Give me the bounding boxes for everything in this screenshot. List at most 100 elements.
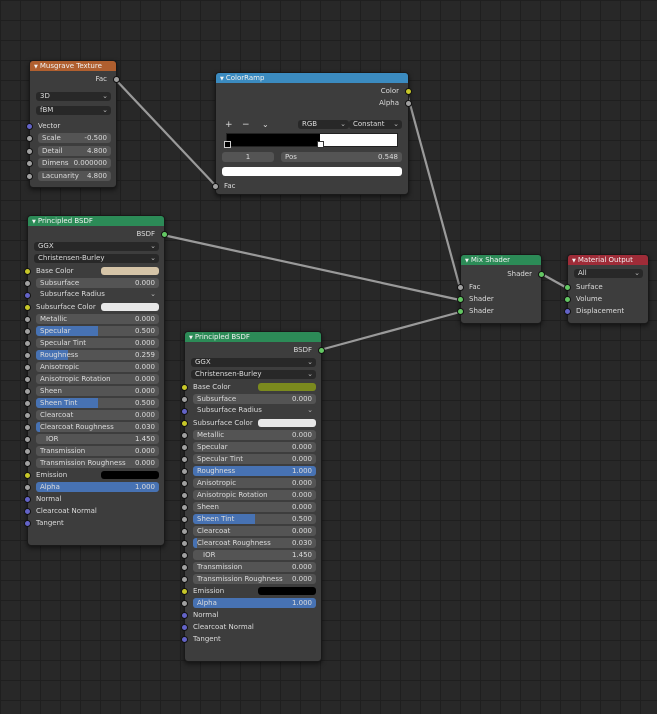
field-anisotropic[interactable]: Anisotropic 0.000 [193, 478, 316, 488]
field-sheen[interactable]: Sheen 0.000 [36, 386, 159, 396]
field-specular[interactable]: Specular 0.500 [36, 326, 159, 336]
subsurface-method-dropdown[interactable]: Christensen-Burley ⌄ [191, 370, 316, 379]
link-bsdf2-to-mix-shader[interactable] [318, 310, 462, 352]
field-sheen[interactable]: Sheen 0.000 [193, 502, 316, 512]
field-metallic[interactable]: Metallic 0.000 [193, 430, 316, 440]
input-socket-subsurface-radius[interactable] [24, 292, 31, 299]
input-socket-metallic[interactable] [181, 432, 188, 439]
output-socket-color[interactable] [405, 88, 412, 95]
node-header[interactable]: ▼ Material Output [568, 255, 648, 265]
distribution-dropdown[interactable]: GGX ⌄ [191, 358, 316, 367]
input-socket-base-color[interactable] [24, 268, 31, 275]
color-ramp-gradient[interactable] [226, 133, 398, 147]
node-header[interactable]: ▼ Principled BSDF [28, 216, 164, 226]
field-clearcoat[interactable]: Clearcoat 0.000 [36, 410, 159, 420]
input-socket-subsurface-color[interactable] [24, 304, 31, 311]
input-socket-alpha[interactable] [181, 600, 188, 607]
input-socket-fac[interactable] [457, 284, 464, 291]
input-socket-displacement[interactable] [564, 308, 571, 315]
input-socket-clearcoat-roughness[interactable] [181, 540, 188, 547]
mix-shader-node[interactable]: ▼ Mix Shader Shader Fac Shader Shader [457, 254, 545, 324]
field-roughness[interactable]: Roughness 0.259 [36, 350, 159, 360]
input-socket-vector[interactable] [26, 123, 33, 130]
input-socket-shader-1[interactable] [457, 296, 464, 303]
node-header[interactable]: ▼ ColorRamp [216, 73, 408, 83]
base-color-swatch[interactable] [258, 383, 316, 391]
link-colorramp-to-mix-fac[interactable] [405, 91, 462, 290]
output-socket-bsdf[interactable] [318, 347, 325, 354]
field-specular-tint[interactable]: Specular Tint 0.000 [36, 338, 159, 348]
input-socket-subsurface-radius[interactable] [181, 408, 188, 415]
input-socket-volume[interactable] [564, 296, 571, 303]
subsurface-color-swatch[interactable] [258, 419, 316, 427]
field-clearcoat-roughness[interactable]: Clearcoat Roughness 0.030 [193, 538, 316, 548]
collapse-arrow-icon[interactable]: ▼ [189, 335, 193, 341]
input-socket-shader-2[interactable] [457, 308, 464, 315]
input-socket-specular[interactable] [24, 328, 31, 335]
input-socket-base-color[interactable] [181, 384, 188, 391]
collapse-arrow-icon[interactable]: ▼ [465, 258, 469, 264]
input-socket-clearcoat-normal[interactable] [181, 624, 188, 631]
ramp-stop-handle-0[interactable] [224, 141, 231, 148]
input-socket-specular[interactable] [181, 444, 188, 451]
input-socket-clearcoat-normal[interactable] [24, 508, 31, 515]
input-socket-specular-tint[interactable] [24, 340, 31, 347]
field-transmission-roughness[interactable]: Transmission Roughness 0.000 [193, 574, 316, 584]
input-socket-transmission-roughness[interactable] [24, 460, 31, 467]
node-header[interactable]: ▼ Principled BSDF [185, 332, 321, 342]
input-socket-surface[interactable] [564, 284, 571, 291]
field-transmission[interactable]: Transmission 0.000 [193, 562, 316, 572]
collapse-arrow-icon[interactable]: ▼ [34, 64, 38, 70]
minus-icon[interactable]: − [242, 119, 250, 131]
input-socket-transmission[interactable] [181, 564, 188, 571]
dimensions-dropdown[interactable]: 3D ⌄ [36, 92, 111, 101]
field-clearcoat[interactable]: Clearcoat 0.000 [193, 526, 316, 536]
output-socket-bsdf[interactable] [161, 231, 168, 238]
interpolation-dropdown[interactable]: Constant ⌄ [349, 120, 402, 129]
field-roughness[interactable]: Roughness 1.000 [193, 466, 316, 476]
base-color-swatch[interactable] [101, 267, 159, 275]
plus-icon[interactable]: + [225, 119, 233, 131]
musgrave-texture-node[interactable]: ▼ Musgrave Texture Fac 3D ⌄ fBM ⌄ Vector Sc… [26, 60, 120, 188]
output-socket-fac[interactable] [113, 76, 120, 83]
musgrave-type-dropdown[interactable]: fBM ⌄ [36, 106, 111, 115]
field-sheen-tint[interactable]: Sheen Tint 0.500 [36, 398, 159, 408]
subsurface-radius-dropdown[interactable]: Subsurface Radius ⌄ [36, 290, 159, 299]
collapse-arrow-icon[interactable]: ▼ [32, 219, 36, 225]
field-specular-tint[interactable]: Specular Tint 0.000 [193, 454, 316, 464]
field-specular[interactable]: Specular 0.000 [193, 442, 316, 452]
input-socket-ior[interactable] [24, 436, 31, 443]
field-anisotropic[interactable]: Anisotropic 0.000 [36, 362, 159, 372]
stop-position-field[interactable]: Pos 0.548 [281, 152, 402, 162]
material-output-node[interactable]: ▼ Material Output All ⌄ Surface Volume Dis… [564, 254, 649, 324]
ramp-stop-handle-1[interactable] [317, 141, 324, 148]
principled-bsdf-node[interactable]: ▼ Principled BSDF BSDF GGX ⌄ Christensen-Bur… [24, 215, 168, 546]
input-socket-metallic[interactable] [24, 316, 31, 323]
input-socket-anisotropic[interactable] [24, 364, 31, 371]
input-socket-roughness[interactable] [24, 352, 31, 359]
principled-bsdf-node[interactable]: ▼ Principled BSDF BSDF GGX ⌄ Christensen-Bur… [181, 331, 325, 662]
input-socket-transmission[interactable] [24, 448, 31, 455]
input-socket-clearcoat-roughness[interactable] [24, 424, 31, 431]
distribution-dropdown[interactable]: GGX ⌄ [34, 242, 159, 251]
input-socket-specular-tint[interactable] [181, 456, 188, 463]
field-transmission[interactable]: Transmission 0.000 [36, 446, 159, 456]
field-transmission-roughness[interactable]: Transmission Roughness 0.000 [36, 458, 159, 468]
field-ior[interactable]: IOR 1.450 [36, 434, 159, 444]
subsurface-radius-dropdown[interactable]: Subsurface Radius ⌄ [193, 406, 316, 415]
input-socket-scale[interactable] [26, 135, 33, 142]
field-scale[interactable]: Scale -0.500 [38, 133, 111, 143]
field-anisotropic-rotation[interactable]: Anisotropic Rotation 0.000 [36, 374, 159, 384]
input-socket-tangent[interactable] [24, 520, 31, 527]
input-socket-normal[interactable] [24, 496, 31, 503]
input-socket-dimens[interactable] [26, 160, 33, 167]
input-socket-anisotropic-rotation[interactable] [181, 492, 188, 499]
field-dimens[interactable]: Dimens 0.000000 [38, 158, 111, 168]
input-socket-transmission-roughness[interactable] [181, 576, 188, 583]
output-socket-shader[interactable] [538, 271, 545, 278]
field-alpha[interactable]: Alpha 1.000 [36, 482, 159, 492]
subsurface-method-dropdown[interactable]: Christensen-Burley ⌄ [34, 254, 159, 263]
node-header[interactable]: ▼ Mix Shader [461, 255, 541, 265]
collapse-arrow-icon[interactable]: ▼ [220, 76, 224, 82]
field-alpha[interactable]: Alpha 1.000 [193, 598, 316, 608]
